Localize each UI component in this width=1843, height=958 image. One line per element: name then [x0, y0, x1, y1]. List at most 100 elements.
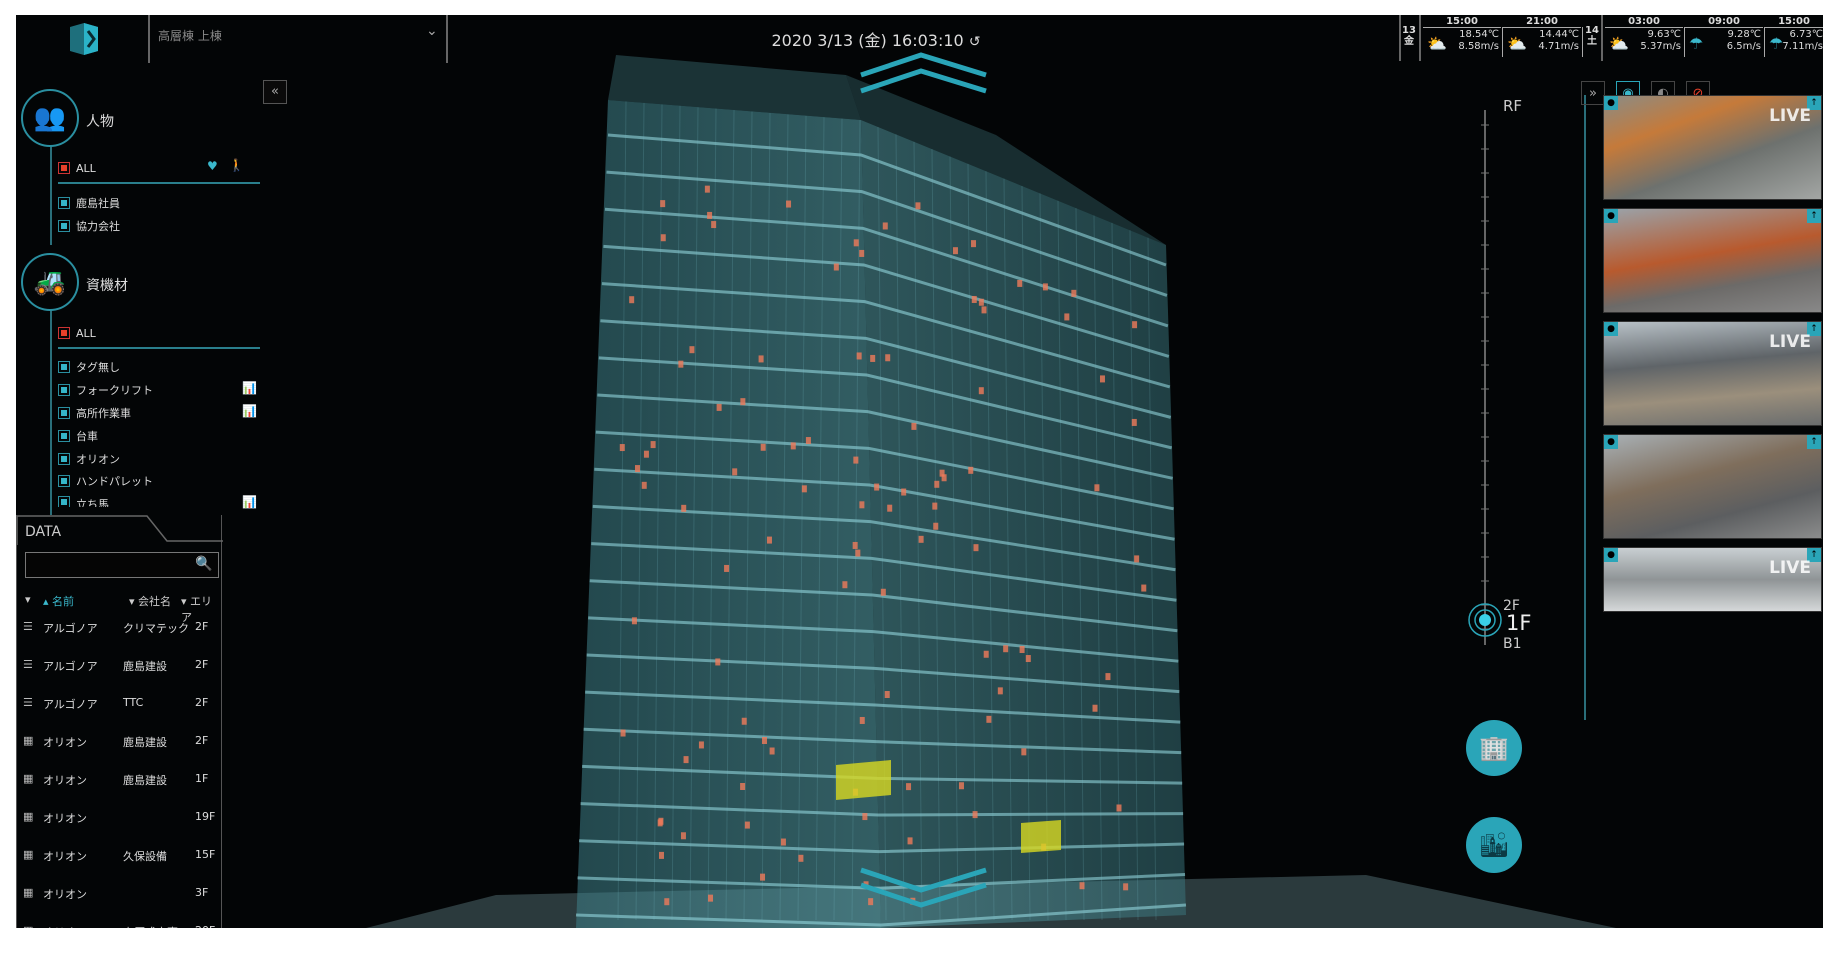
tree-line	[50, 145, 52, 245]
table-row[interactable]: ▦ オリオン 19F	[23, 808, 219, 828]
cell-area: 1F	[195, 772, 209, 785]
cell-company: 鹿島建設	[123, 660, 167, 673]
app-screen: 高層棟 上棟 ⌄ 2020 3/13 (金) 16:03:10 ↺ 13 金 15…	[16, 15, 1823, 928]
materials-item-checkbox[interactable]: 高所作業車	[58, 405, 131, 421]
worker-marker	[884, 691, 890, 699]
table-row[interactable]: ☰ アルゴノア TTC 2F	[23, 694, 219, 714]
collapse-left-panel-button[interactable]: «	[263, 80, 287, 104]
building-return-button[interactable]: 🏢	[1466, 720, 1522, 776]
worker-marker	[983, 650, 989, 658]
datetime-text: 2020 3/13 (金) 16:03:10	[771, 31, 964, 50]
location-pin-icon[interactable]: ●	[1604, 322, 1618, 336]
umbrella-icon: ☂	[1769, 34, 1784, 53]
worker-marker	[880, 588, 886, 596]
worker-marker	[798, 854, 804, 862]
worker-marker	[981, 306, 987, 314]
weather-day: 14 土	[1585, 25, 1599, 47]
worker-marker	[1025, 655, 1031, 663]
materials-item-checkbox[interactable]: オリオン	[58, 451, 120, 467]
chevron-down-icon[interactable]: ⌄	[426, 23, 438, 39]
walking-icon[interactable]: 🚶	[229, 158, 244, 172]
algonoa-icon: ☰	[23, 658, 33, 671]
cell-name: アルゴノア	[43, 698, 98, 711]
highlight-box	[1021, 820, 1061, 853]
bar-chart-icon[interactable]: 📊	[242, 495, 257, 509]
cell-name: オリオン	[43, 774, 87, 787]
worker-marker	[852, 541, 858, 549]
building-3d-view[interactable]	[16, 15, 1823, 928]
table-row[interactable]: ☰ アルゴノア クリマテック 2F	[23, 618, 219, 638]
location-pin-icon[interactable]: ●	[1604, 96, 1618, 110]
weather-slot: 15:00 ⛅ 18.54℃ 8.58m/s	[1423, 15, 1503, 61]
worker-marker	[1042, 283, 1048, 291]
table-row[interactable]: ▦ オリオン 3F	[23, 884, 219, 904]
people-item-checkbox[interactable]: 鹿島社員	[58, 195, 120, 211]
floor-label-below[interactable]: B1	[1503, 636, 1522, 652]
table-row[interactable]: ▦ オリオン 鹿島建設 1F	[23, 770, 219, 790]
highlight-box	[836, 760, 891, 800]
algonoa-icon: ☰	[23, 620, 33, 633]
location-pin-icon[interactable]: ●	[1604, 548, 1618, 562]
heart-rate-icon[interactable]: ♥	[207, 159, 218, 173]
search-input[interactable]	[25, 552, 219, 578]
expand-all-toggle[interactable]: ▾	[25, 593, 31, 606]
worker-marker	[939, 469, 945, 477]
worker-marker	[1123, 883, 1129, 891]
worker-marker	[870, 354, 876, 362]
site-select[interactable]: 高層棟 上棟	[158, 27, 222, 44]
worker-marker	[1017, 279, 1023, 287]
worker-marker	[934, 480, 940, 488]
history-icon[interactable]: ↺	[969, 34, 981, 50]
table-row[interactable]: ▦ オリオン 上原成商事 20F	[23, 922, 219, 928]
worker-marker	[901, 488, 907, 496]
people-item-checkbox[interactable]: 協力会社	[58, 218, 120, 234]
bar-chart-icon[interactable]: 📊	[242, 381, 257, 395]
table-row[interactable]: ☰ アルゴノア 鹿島建設 2F	[23, 656, 219, 676]
worker-marker	[660, 234, 666, 242]
worker-marker	[1116, 804, 1122, 812]
column-header-company[interactable]: ▾ 会社名	[129, 593, 171, 609]
worker-marker	[740, 782, 746, 790]
arrow-up-icon[interactable]: ↑	[1807, 435, 1821, 449]
worker-marker	[660, 200, 666, 208]
table-row[interactable]: ▦ オリオン 鹿島建設 2F	[23, 732, 219, 752]
people-all-checkbox[interactable]: ALL	[58, 160, 96, 176]
worker-marker	[650, 441, 656, 449]
table-row[interactable]: ▦ オリオン 久保設備 15F	[23, 846, 219, 866]
search-icon[interactable]: 🔍	[195, 556, 215, 572]
location-pin-icon[interactable]: ●	[1604, 435, 1618, 449]
data-tab[interactable]: DATA	[25, 524, 61, 540]
worker-marker	[859, 716, 865, 724]
camera-thumbnail[interactable]: ● ↑ LIVE	[1603, 547, 1822, 612]
bar-chart-icon[interactable]: 📊	[242, 404, 257, 418]
worker-marker	[711, 221, 717, 229]
worker-marker	[1132, 321, 1138, 329]
materials-item-checkbox[interactable]: タグ無し	[58, 359, 120, 375]
materials-item-checkbox[interactable]: 立ち馬	[58, 496, 109, 507]
arrow-up-icon[interactable]: ↑	[1807, 209, 1821, 223]
cell-name: オリオン	[43, 924, 87, 928]
materials-item-checkbox[interactable]: 台車	[58, 428, 98, 444]
column-header-name[interactable]: ▴ 名前	[43, 593, 74, 609]
camera-thumbnail[interactable]: ● ↑	[1603, 208, 1822, 313]
worker-marker	[853, 239, 859, 247]
materials-item-checkbox[interactable]: ハンドパレット	[58, 473, 153, 489]
camera-thumbnail[interactable]: ● ↑ LIVE	[1603, 321, 1822, 426]
materials-item-checkbox[interactable]: フォークリフト	[58, 382, 153, 398]
camera-thumbnail[interactable]: ● ↑ LIVE	[1603, 95, 1822, 200]
worker-marker	[707, 211, 713, 219]
people-title: 人物	[86, 114, 114, 130]
tree-line	[50, 310, 52, 515]
worker-marker	[698, 741, 704, 749]
worker-marker	[740, 398, 746, 406]
worker-marker	[911, 422, 917, 430]
expand-right-panel-button[interactable]: »	[1581, 81, 1605, 105]
location-pin-icon[interactable]: ●	[1604, 209, 1618, 223]
worker-marker	[918, 535, 924, 543]
scroll-up-chevron-icon[interactable]	[860, 52, 987, 94]
camera-thumbnail[interactable]: ● ↑	[1603, 434, 1822, 539]
buildings-return-icon: 🏙	[1478, 831, 1510, 859]
materials-all-checkbox[interactable]: ALL	[58, 325, 96, 341]
floor-label-top[interactable]: RF	[1503, 97, 1522, 115]
site-overview-button[interactable]: 🏙	[1466, 817, 1522, 873]
